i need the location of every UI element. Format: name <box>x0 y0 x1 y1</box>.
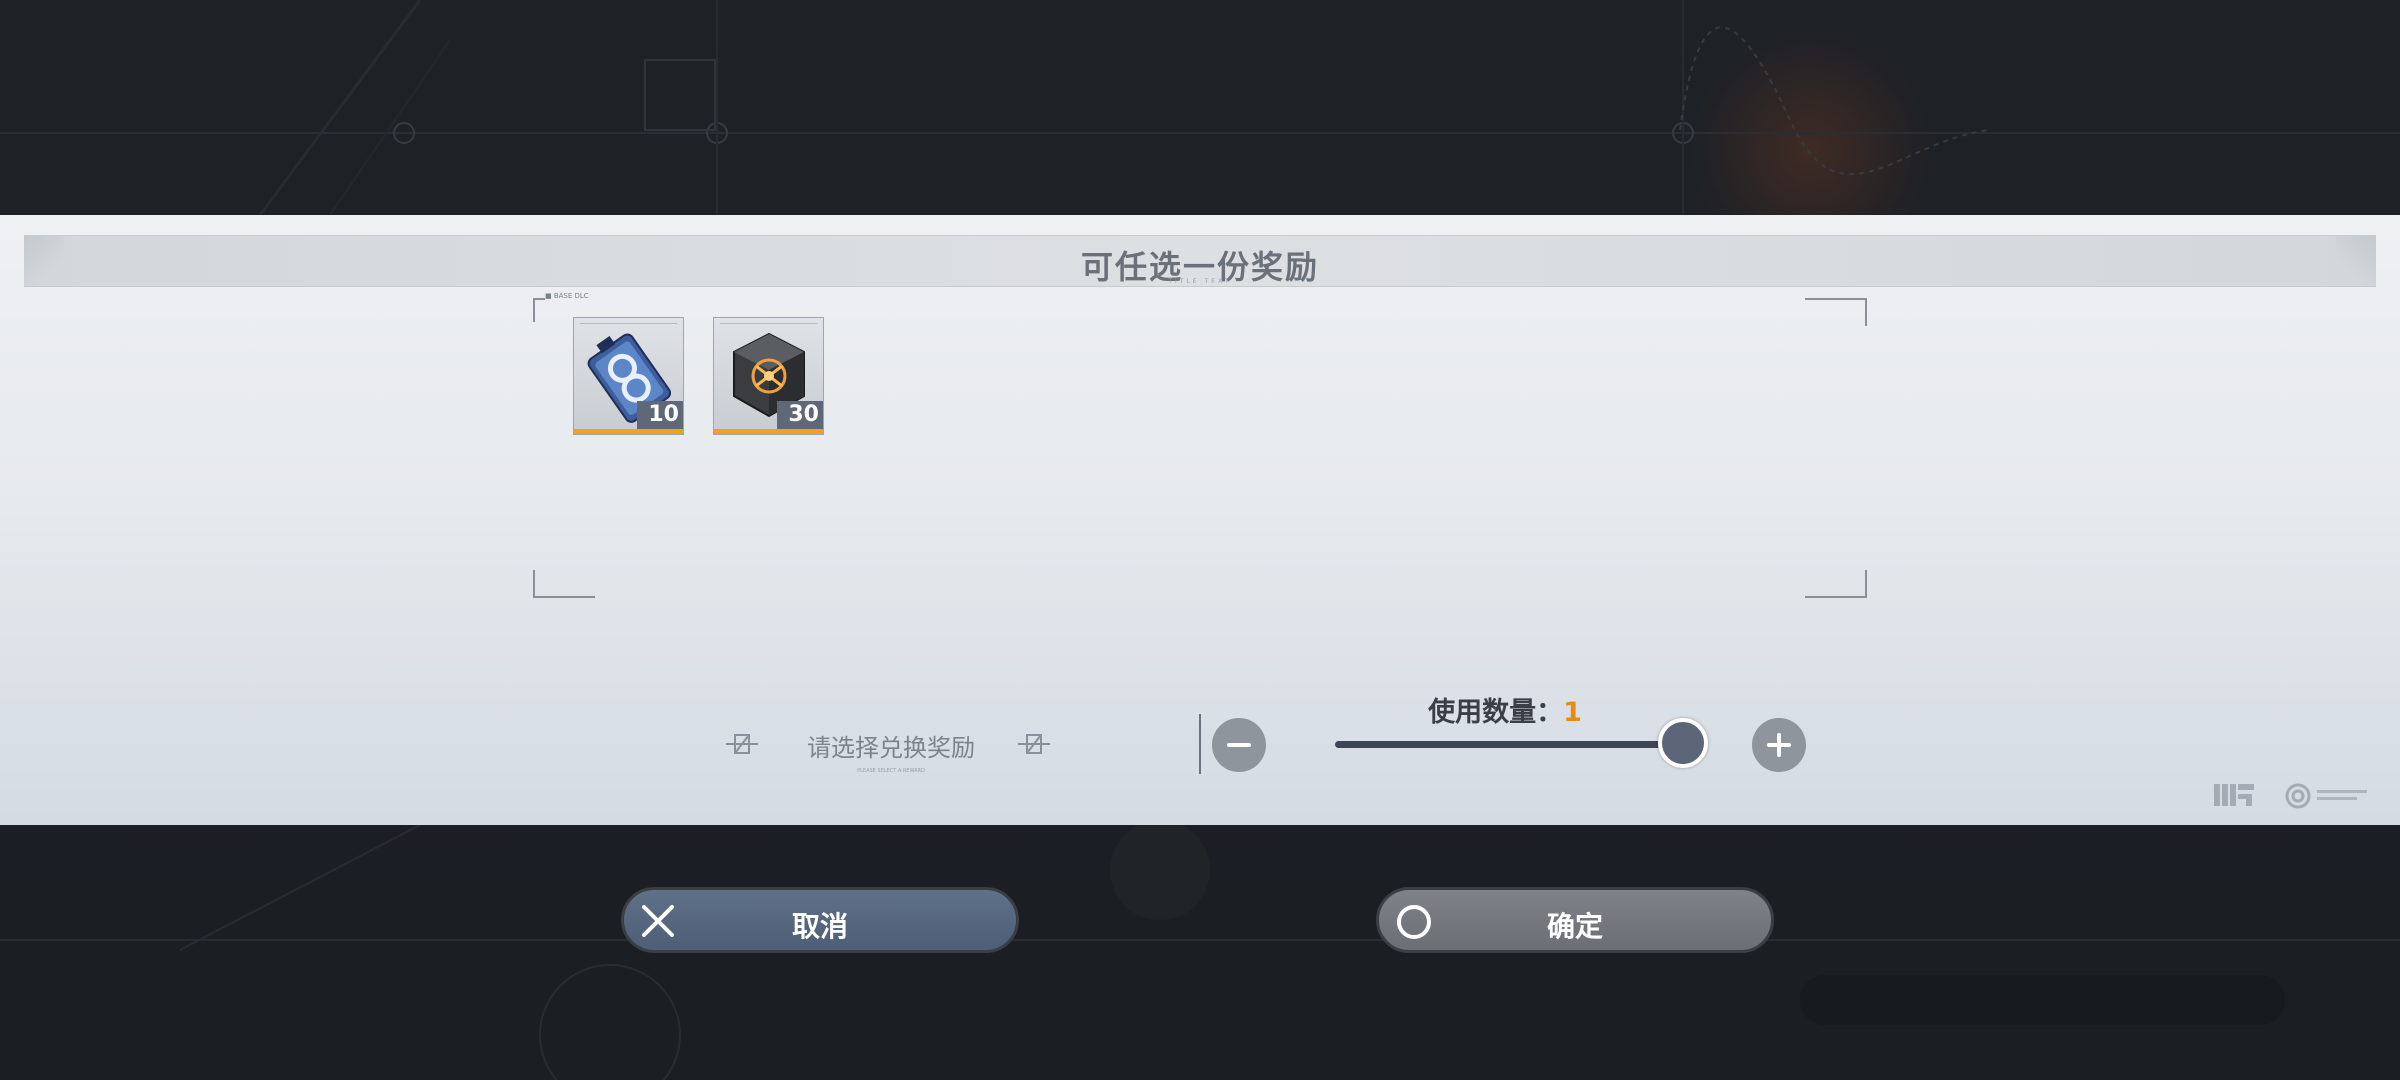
quantity-value: 1 <box>1563 697 1582 728</box>
reward-item-1[interactable]: 10 <box>573 317 684 435</box>
reward-item-2[interactable]: 30 <box>713 317 824 435</box>
quantity-slider-handle[interactable] <box>1658 718 1708 768</box>
reward-count: 10 <box>637 401 683 429</box>
frame-corner-top-left <box>533 298 537 322</box>
frame-corner-top-left-h <box>533 298 545 300</box>
select-reward-hint-text: 请选择兑换奖励 <box>807 734 975 762</box>
studio-logo-icon <box>2285 783 2311 809</box>
cancel-button[interactable]: 取消 <box>621 887 1019 953</box>
frame-label: ■ BASE DLC <box>545 292 589 300</box>
dialog-title-bar: 可任选一份奖励 TITLE TEXT <box>24 235 2376 287</box>
rarity-bar <box>574 429 683 434</box>
hint-bracket-right-icon <box>1018 734 1050 754</box>
quantity-label-text: 使用数量： <box>1428 697 1564 728</box>
plus-icon-v <box>1777 733 1781 757</box>
quantity-label: 使用数量：1 <box>1380 690 1630 729</box>
frame-corner-bottom-left <box>533 570 595 598</box>
increase-quantity-button[interactable] <box>1752 718 1806 772</box>
confirm-button-label: 确定 <box>1546 910 1603 943</box>
cancel-button-label: 取消 <box>791 910 848 943</box>
mr-logo-icon <box>2214 784 2254 806</box>
rarity-bar <box>714 429 823 434</box>
decrease-quantity-button[interactable] <box>1212 718 1266 772</box>
quantity-divider <box>1199 714 1201 774</box>
quantity-slider-track[interactable] <box>1335 741 1683 748</box>
minus-icon <box>1227 743 1251 747</box>
dialog-title-subtext: TITLE TEXT <box>1168 278 1232 285</box>
confirm-button[interactable]: 确定 <box>1376 887 1774 953</box>
frame-corner-bottom-right <box>1805 570 1867 598</box>
publisher-logos <box>2214 783 2367 809</box>
reward-count: 30 <box>777 401 823 429</box>
select-reward-hint: 请选择兑换奖励 PLEASE SELECT A REWARD <box>726 724 1056 774</box>
frame-corner-top-right <box>1805 298 1867 326</box>
select-reward-hint-subtext: PLEASE SELECT A REWARD <box>857 768 925 774</box>
